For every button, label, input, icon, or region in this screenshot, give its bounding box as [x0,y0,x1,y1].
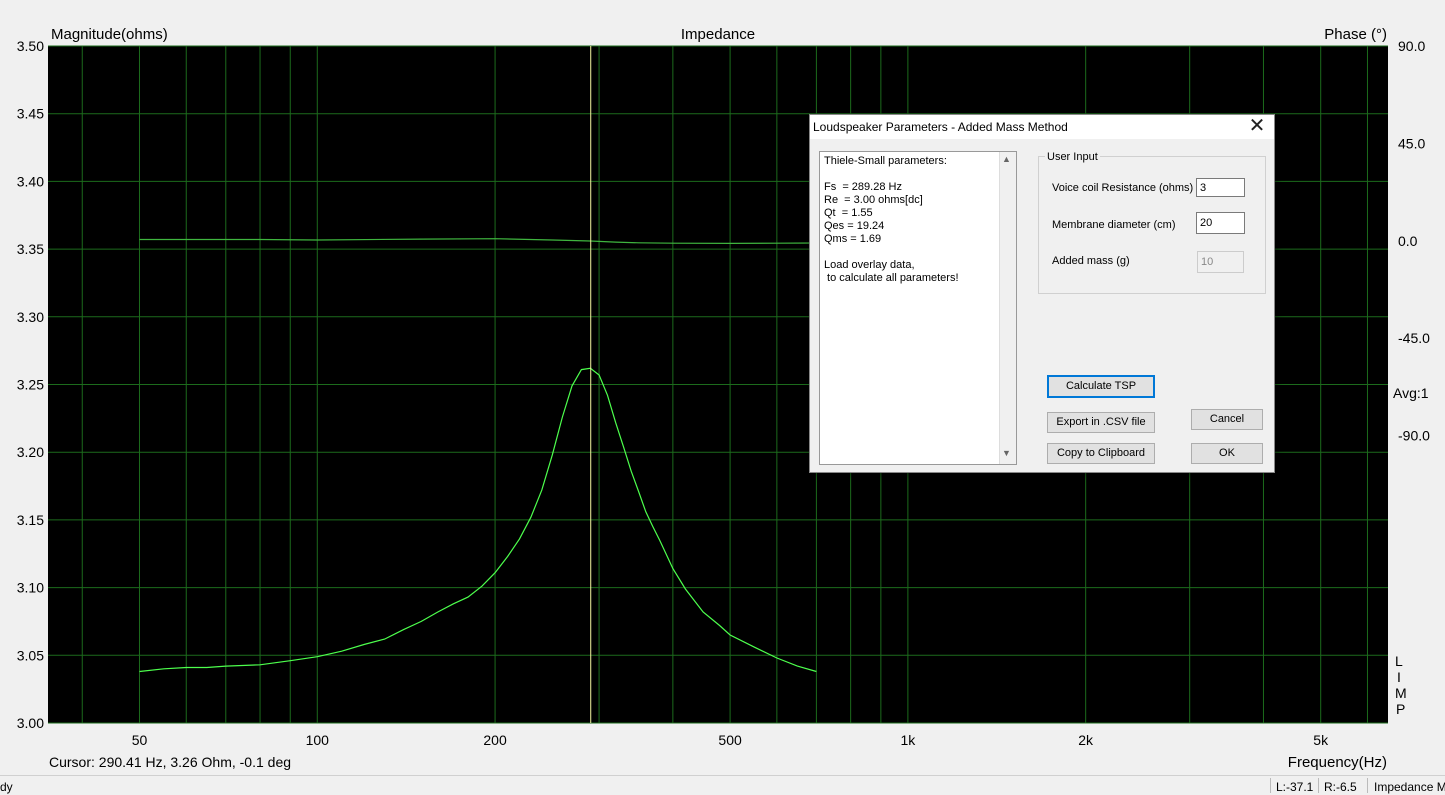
y-tick-label-right: 90.0 [1398,38,1425,54]
measurement-mode: Impedance M [1374,780,1445,794]
scroll-up-icon[interactable]: ▲ [1002,154,1011,164]
membrane-diameter-input[interactable] [1196,212,1245,234]
close-icon[interactable]: ✕ [1242,115,1272,139]
cursor-readout: Cursor: 290.41 Hz, 3.26 Ohm, -0.1 deg [49,754,291,770]
status-separator [1270,778,1271,793]
scroll-down-icon[interactable]: ▼ [1002,448,1011,458]
limp-letter-l: L [1395,653,1403,669]
calculate-tsp-button[interactable]: Calculate TSP [1047,375,1155,398]
x-tick-label: 2k [1078,732,1094,748]
results-scrollbar[interactable]: ▲ ▼ [999,152,1016,464]
membrane-diameter-label: Membrane diameter (cm) [1052,219,1176,231]
x-tick-label: 500 [718,732,742,748]
dialog-title-bar[interactable]: Loudspeaker Parameters - Added Mass Meth… [810,115,1274,139]
y-tick-label-left: 3.30 [17,309,44,325]
y-tick-label-right: 0.0 [1398,233,1418,249]
status-message: dy [0,780,13,794]
x-tick-label: 1k [900,732,916,748]
x-tick-label: 5k [1313,732,1329,748]
y-tick-label-right: 45.0 [1398,135,1425,151]
dialog-title: Loudspeaker Parameters - Added Mass Meth… [813,120,1068,134]
status-separator [1318,778,1319,793]
x-tick-label: 200 [483,732,507,748]
y-tick-label-left: 3.20 [17,444,44,460]
x-tick-label: 50 [132,732,148,748]
status-bar: dy L:-37.1 R:-6.5 Impedance M [0,775,1445,795]
y-tick-label-left: 3.00 [17,715,44,731]
left-level: L:-37.1 [1276,780,1314,794]
y-tick-label-left: 3.05 [17,647,44,663]
right-level: R:-6.5 [1324,780,1357,794]
status-separator [1367,778,1368,793]
y-tick-label-left: 3.40 [17,173,44,189]
export-csv-button[interactable]: Export in .CSV file [1047,412,1155,433]
user-input-group-title: User Input [1045,151,1100,163]
x-axis-label: Frequency(Hz) [1288,754,1387,771]
y-tick-label-left: 3.35 [17,241,44,257]
results-textbox[interactable]: Thiele-Small parameters: Fs = 289.28 Hz … [819,151,1017,465]
y-tick-label-left: 3.10 [17,580,44,596]
added-mass-input [1197,251,1244,273]
right-axis-label: Phase (°) [1324,26,1387,43]
copy-clipboard-button[interactable]: Copy to Clipboard [1047,443,1155,464]
y-tick-label-right: -45.0 [1398,330,1430,346]
limp-letter-m: M [1395,685,1407,701]
cancel-button[interactable]: Cancel [1191,409,1263,430]
y-tick-label-left: 3.15 [17,512,44,528]
y-tick-label-left: 3.50 [17,38,44,54]
chart-title: Impedance [681,26,755,43]
voice-coil-input[interactable] [1196,178,1245,197]
loudspeaker-parameters-dialog[interactable]: Loudspeaker Parameters - Added Mass Meth… [809,114,1275,473]
limp-letter-p: P [1396,701,1405,717]
y-tick-label-right: -90.0 [1398,428,1430,444]
left-axis-label: Magnitude(ohms) [51,26,168,43]
x-tick-label: 100 [306,732,330,748]
added-mass-label: Added mass (g) [1052,255,1130,267]
results-text: Thiele-Small parameters: Fs = 289.28 Hz … [824,155,959,284]
average-count: Avg:1 [1393,385,1429,401]
limp-letter-i: I [1397,669,1401,685]
y-tick-label-left: 3.45 [17,106,44,122]
y-tick-label-left: 3.25 [17,377,44,393]
ok-button[interactable]: OK [1191,443,1263,464]
voice-coil-label: Voice coil Resistance (ohms) [1052,182,1194,194]
